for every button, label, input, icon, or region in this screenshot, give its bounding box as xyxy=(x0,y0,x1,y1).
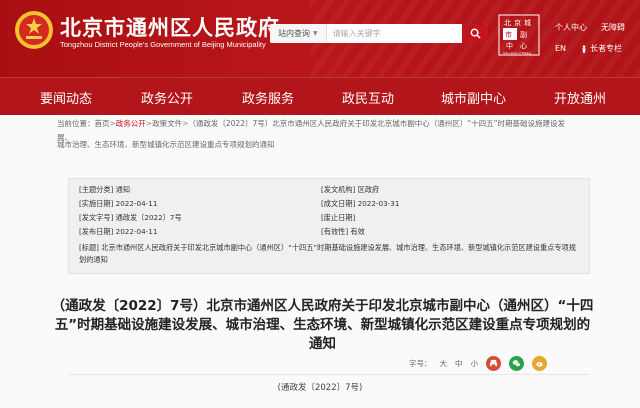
reading-tools: 字号： 大 中 小 xyxy=(409,356,547,371)
meta-doc-number: [发文字号] 通政发〔2022〕7号 xyxy=(79,213,182,222)
language-switch[interactable]: EN xyxy=(555,44,566,53)
nav-item-sub-center[interactable]: 城市副中心 xyxy=(441,88,506,107)
wechat-share-icon[interactable] xyxy=(509,356,524,371)
nav-item-gov-affairs[interactable]: 政务公开 xyxy=(141,88,193,107)
svg-text:心: 心 xyxy=(520,42,527,50)
elderly-mode-label: 长者专栏 xyxy=(590,44,623,53)
print-icon[interactable] xyxy=(486,356,501,371)
meta-publish-date: [发布日期] 2022-04-11 xyxy=(79,227,158,236)
document-metadata: [主题分类] 通知 [发文机构] 区政府 [实施日期] 2022-04-11 [… xyxy=(68,178,590,274)
font-size-medium[interactable]: 中 xyxy=(455,358,463,369)
nav-item-interaction[interactable]: 政民互动 xyxy=(342,88,394,107)
font-size-label: 字号： xyxy=(409,359,432,368)
meta-issuer: [发文机构] 区政府 xyxy=(321,185,380,194)
document-number-line: (通政发〔2022〕7号) xyxy=(277,383,363,393)
search-button[interactable] xyxy=(462,24,488,43)
meta-topic: [主题分类] 通知 xyxy=(79,185,131,194)
search-icon xyxy=(470,28,481,39)
breadcrumb-label: 当前位置： xyxy=(57,119,95,128)
elderly-icon xyxy=(582,44,586,53)
svg-text:中: 中 xyxy=(506,41,513,50)
accessibility-link[interactable]: 无障碍 xyxy=(601,22,625,33)
svg-text:市: 市 xyxy=(505,30,512,39)
meta-written-date: [成文日期] 2022-03-31 xyxy=(321,199,400,208)
document-title: （通政发〔2022〕7号）北京市通州区人民政府关于印发北京城市副中心（通州区）“… xyxy=(51,298,594,352)
weibo-share-icon[interactable] xyxy=(532,356,547,371)
site-title[interactable]: 北京市通州区人民政府 xyxy=(60,12,280,42)
breadcrumb-level1[interactable]: 政务公开 xyxy=(116,119,146,128)
nav-item-news[interactable]: 要闻动态 xyxy=(40,88,92,107)
svg-text:城: 城 xyxy=(524,19,531,27)
svg-text:京: 京 xyxy=(514,18,521,27)
meta-validity: [有效性] 有效 xyxy=(321,227,365,236)
search-bar: 站内查询 ▼ xyxy=(270,24,488,43)
svg-text:Sub-center of Beijing: Sub-center of Beijing xyxy=(503,51,531,55)
nav-item-services[interactable]: 政务服务 xyxy=(242,88,294,107)
svg-text:北: 北 xyxy=(504,19,511,27)
national-emblem-icon[interactable] xyxy=(14,10,54,50)
nav-item-open-tongzhou[interactable]: 开放通州 xyxy=(554,88,606,107)
search-input[interactable] xyxy=(326,25,462,42)
meta-title: [标题] 北京市通州区人民政府关于印发北京城市副中心（通州区）“十四五”时期基础… xyxy=(79,243,576,264)
svg-text:副: 副 xyxy=(520,30,527,39)
chevron-down-icon: ▼ xyxy=(313,30,318,37)
meta-repeal-date: [废止日期] xyxy=(321,213,356,222)
main-nav: 要闻动态 政务公开 政务服务 政民互动 城市副中心 开放通州 xyxy=(0,77,640,115)
site-subtitle: Tongzhou District People's Government of… xyxy=(60,40,266,49)
breadcrumb-current-continued: 城市治理、生态环境、新型城镇化示范区建设重点专项规划的通知 xyxy=(57,140,275,149)
meta-effective-date: [实施日期] 2022-04-11 xyxy=(79,199,158,208)
font-size-large[interactable]: 大 xyxy=(440,358,448,369)
sub-center-logo[interactable]: 北 京 城 市 副 中 心 Sub-center of Beijing xyxy=(498,14,540,56)
breadcrumb-home[interactable]: 首页 xyxy=(95,119,110,128)
search-scope-label: 站内查询 xyxy=(278,29,310,38)
font-size-small[interactable]: 小 xyxy=(471,358,479,369)
breadcrumb-level2[interactable]: 政策文件 xyxy=(152,119,182,128)
search-scope-select[interactable]: 站内查询 ▼ xyxy=(270,24,327,43)
elderly-mode-link[interactable]: 长者专栏 xyxy=(580,43,622,54)
site-header: 北京市通州区人民政府 Tongzhou District People's Go… xyxy=(0,0,640,77)
divider xyxy=(68,374,590,375)
user-center-link[interactable]: 个人中心 xyxy=(555,22,587,33)
user-links: 个人中心 无障碍 EN 长者专栏 xyxy=(555,22,625,54)
